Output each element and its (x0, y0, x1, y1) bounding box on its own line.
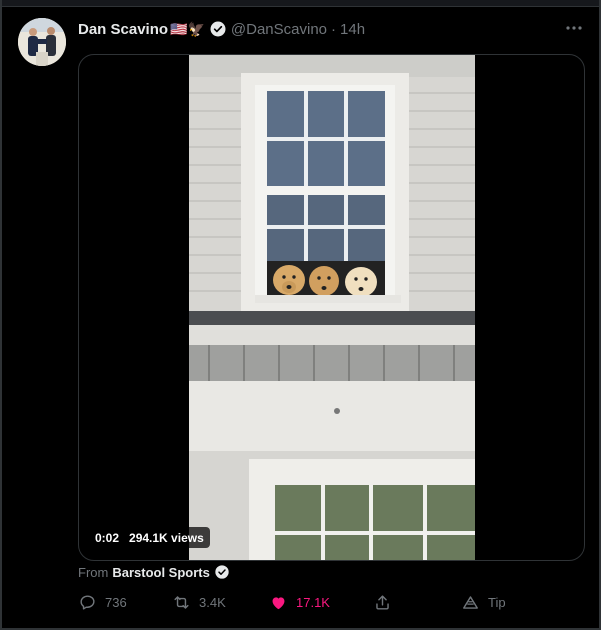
tweet-time[interactable]: 14h (340, 21, 365, 38)
share-icon (376, 594, 389, 610)
source-name[interactable]: Barstool Sports (112, 565, 210, 580)
tweet-header: Dan Scavino 🇺🇸🦅 @DanScavino · 14h (78, 19, 365, 39)
reply-icon (80, 594, 95, 610)
tweet-actions: 736 3.4K 17.1K Tip (78, 591, 508, 613)
video-views: 294.1K views (129, 530, 204, 545)
author-handle[interactable]: @DanScavino (231, 21, 327, 38)
separator-dot: · (331, 20, 337, 38)
window-top-edge (0, 0, 601, 7)
video-time: 0:02 (95, 530, 120, 545)
verified-icon (210, 21, 226, 37)
verified-icon (215, 565, 229, 579)
share-button[interactable] (373, 591, 392, 613)
like-button[interactable]: 17.1K (269, 591, 330, 613)
author-emoji: 🇺🇸🦅 (170, 20, 205, 37)
more-icon[interactable] (564, 18, 584, 38)
window-left-edge (0, 0, 2, 630)
video-source: From Barstool Sports (78, 563, 230, 581)
video-stats-badge: 0:02 294.1K views (89, 527, 210, 548)
like-count: 17.1K (296, 594, 330, 610)
tip-button[interactable]: Tip (461, 591, 506, 613)
source-prefix: From (78, 564, 109, 580)
tip-label: Tip (488, 594, 506, 610)
retweet-button[interactable]: 3.4K (172, 591, 226, 613)
tip-icon (463, 595, 478, 609)
video-player[interactable] (78, 54, 585, 561)
reply-count: 736 (105, 594, 127, 610)
retweet-icon (174, 595, 189, 609)
like-icon (272, 596, 285, 609)
video-frame[interactable] (189, 55, 475, 560)
avatar[interactable] (18, 18, 66, 66)
retweet-count: 3.4K (199, 594, 226, 610)
author-name[interactable]: Dan Scavino (78, 21, 168, 38)
reply-button[interactable]: 736 (78, 591, 127, 613)
